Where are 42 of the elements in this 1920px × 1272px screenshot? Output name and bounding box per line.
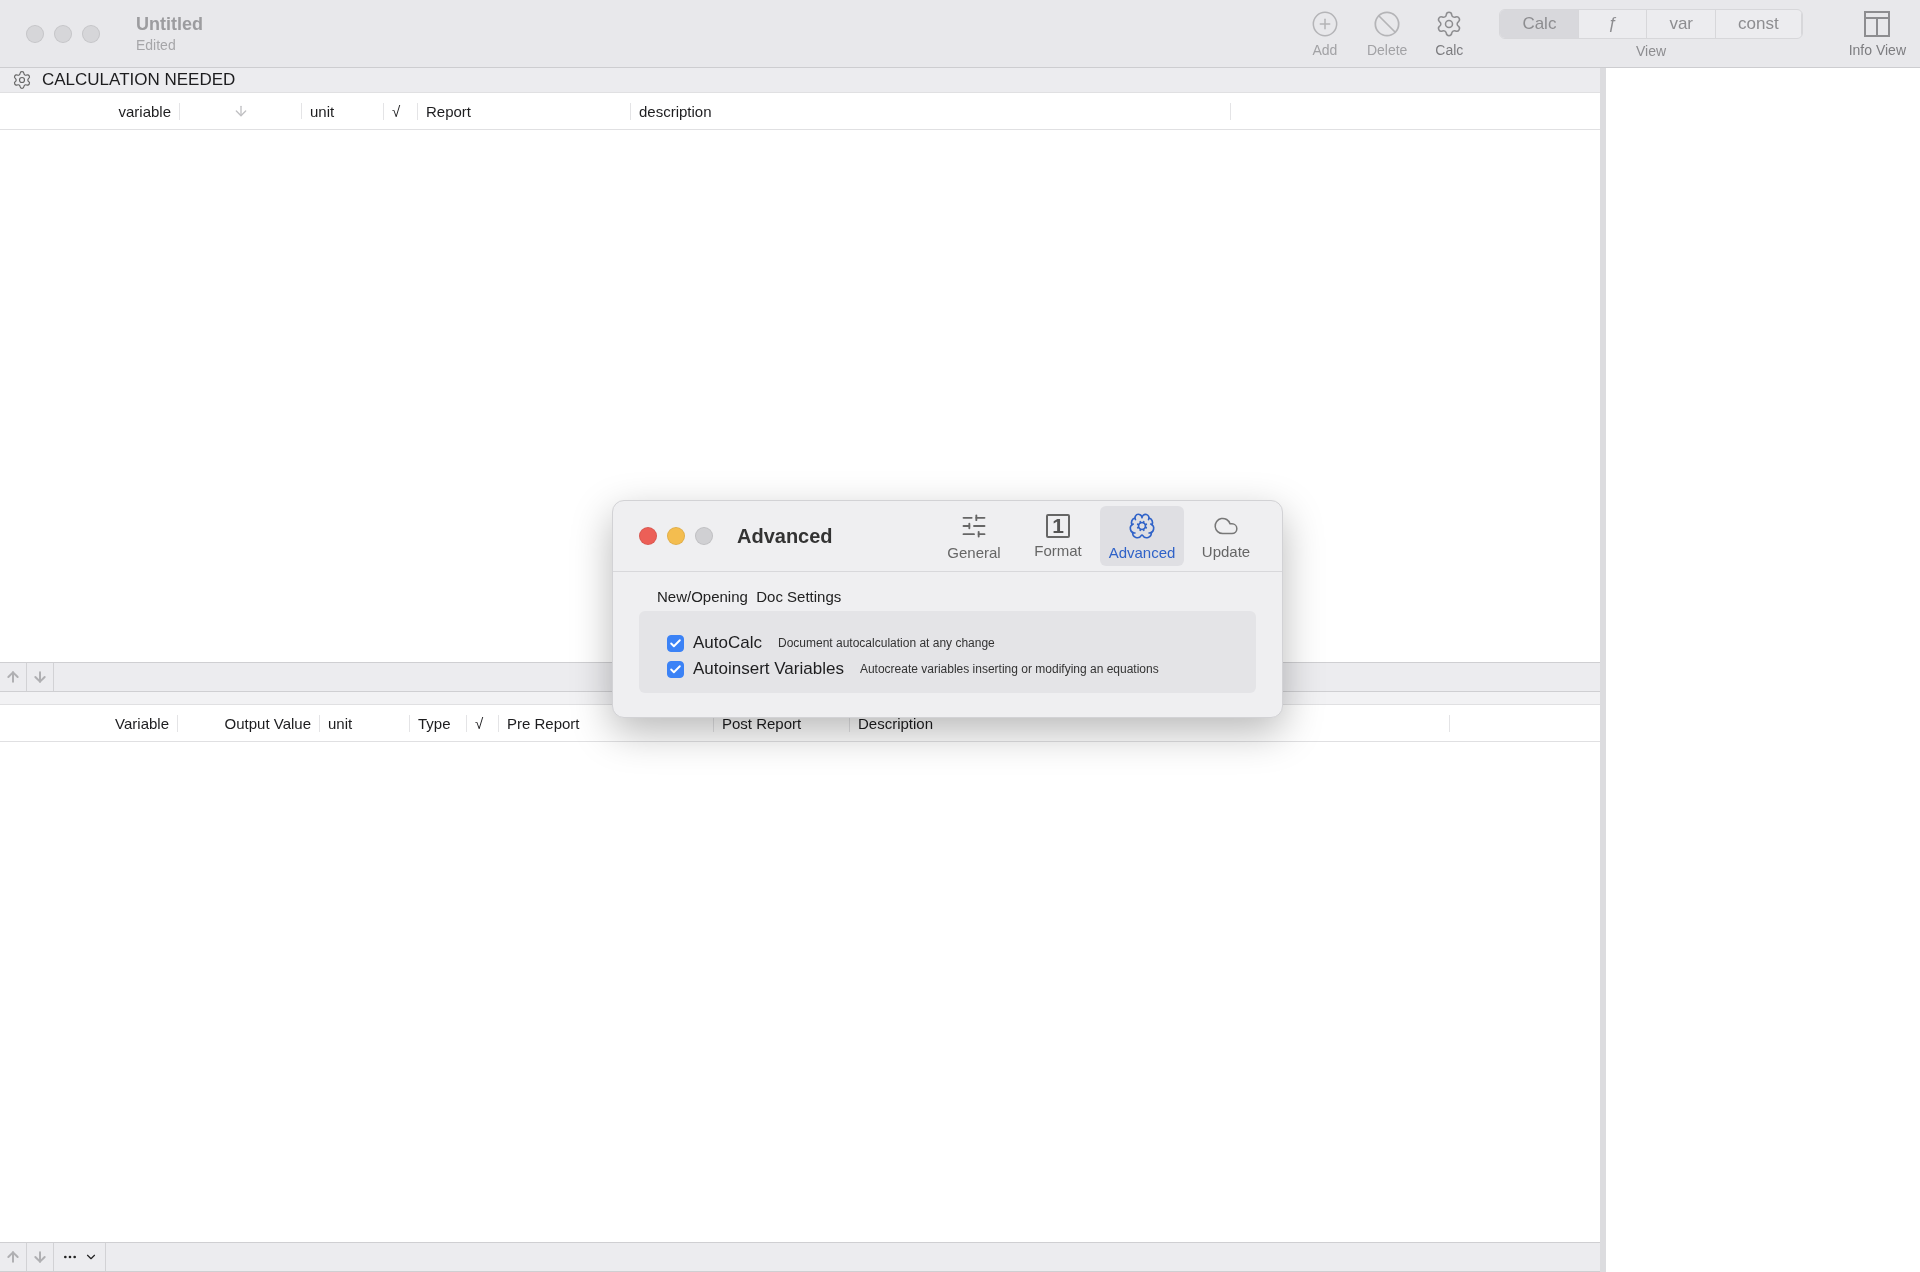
brain-gear-icon — [1128, 511, 1156, 540]
preferences-tab[interactable]: 1 Format — [1016, 506, 1100, 566]
zoom-button[interactable] — [82, 24, 100, 43]
window-title: Untitled — [136, 14, 203, 35]
add-icon — [1310, 9, 1339, 38]
column-header[interactable]: Type — [410, 714, 467, 732]
check-icon — [669, 662, 682, 676]
window-subtitle: Edited — [136, 37, 177, 53]
column-header[interactable]: Variable — [0, 714, 178, 732]
minimize-button[interactable] — [667, 527, 685, 545]
column-header[interactable]: unit — [302, 102, 384, 120]
section-label: New/Opening Doc Settings — [657, 588, 843, 605]
preferences-tab[interactable]: Update — [1184, 506, 1268, 566]
column-header[interactable]: unit — [320, 714, 410, 732]
preferences-tab[interactable]: General — [932, 506, 1016, 566]
column-header[interactable]: √ — [384, 102, 418, 120]
checkbox-label: Autoinsert Variables — [693, 659, 844, 679]
preferences-tab[interactable]: Advanced — [1100, 506, 1184, 566]
checkbox[interactable] — [667, 660, 684, 678]
toolbar-label: View — [1635, 42, 1667, 59]
number-icon: 1 — [1046, 513, 1070, 538]
column-header[interactable]: Output Value — [178, 714, 320, 732]
panel-icon — [1863, 9, 1892, 38]
settings-icon — [12, 70, 32, 90]
check-icon — [669, 636, 682, 650]
close-button[interactable] — [26, 24, 44, 43]
column-header[interactable]: √ — [467, 714, 499, 732]
dialog-title: Advanced — [737, 524, 833, 548]
status-text: CALCULATION NEEDED — [42, 70, 236, 90]
checkbox-label: AutoCalc — [693, 633, 762, 653]
column-header[interactable]: variable — [0, 102, 180, 120]
option-description: Autocreate variables inserting or modifying an equations — [859, 662, 1159, 676]
column-header[interactable]: description — [631, 102, 1231, 120]
column-header[interactable]: Report — [418, 102, 631, 120]
zoom-button[interactable] — [695, 527, 713, 545]
minimize-button[interactable] — [54, 24, 72, 43]
checkbox[interactable] — [667, 634, 684, 652]
option-description: Document autocalculation at any change — [778, 636, 995, 650]
delete-icon — [1373, 9, 1402, 38]
close-button[interactable] — [639, 527, 657, 545]
arrow-up-icon — [5, 1249, 21, 1265]
arrow-down-icon — [32, 1249, 48, 1265]
